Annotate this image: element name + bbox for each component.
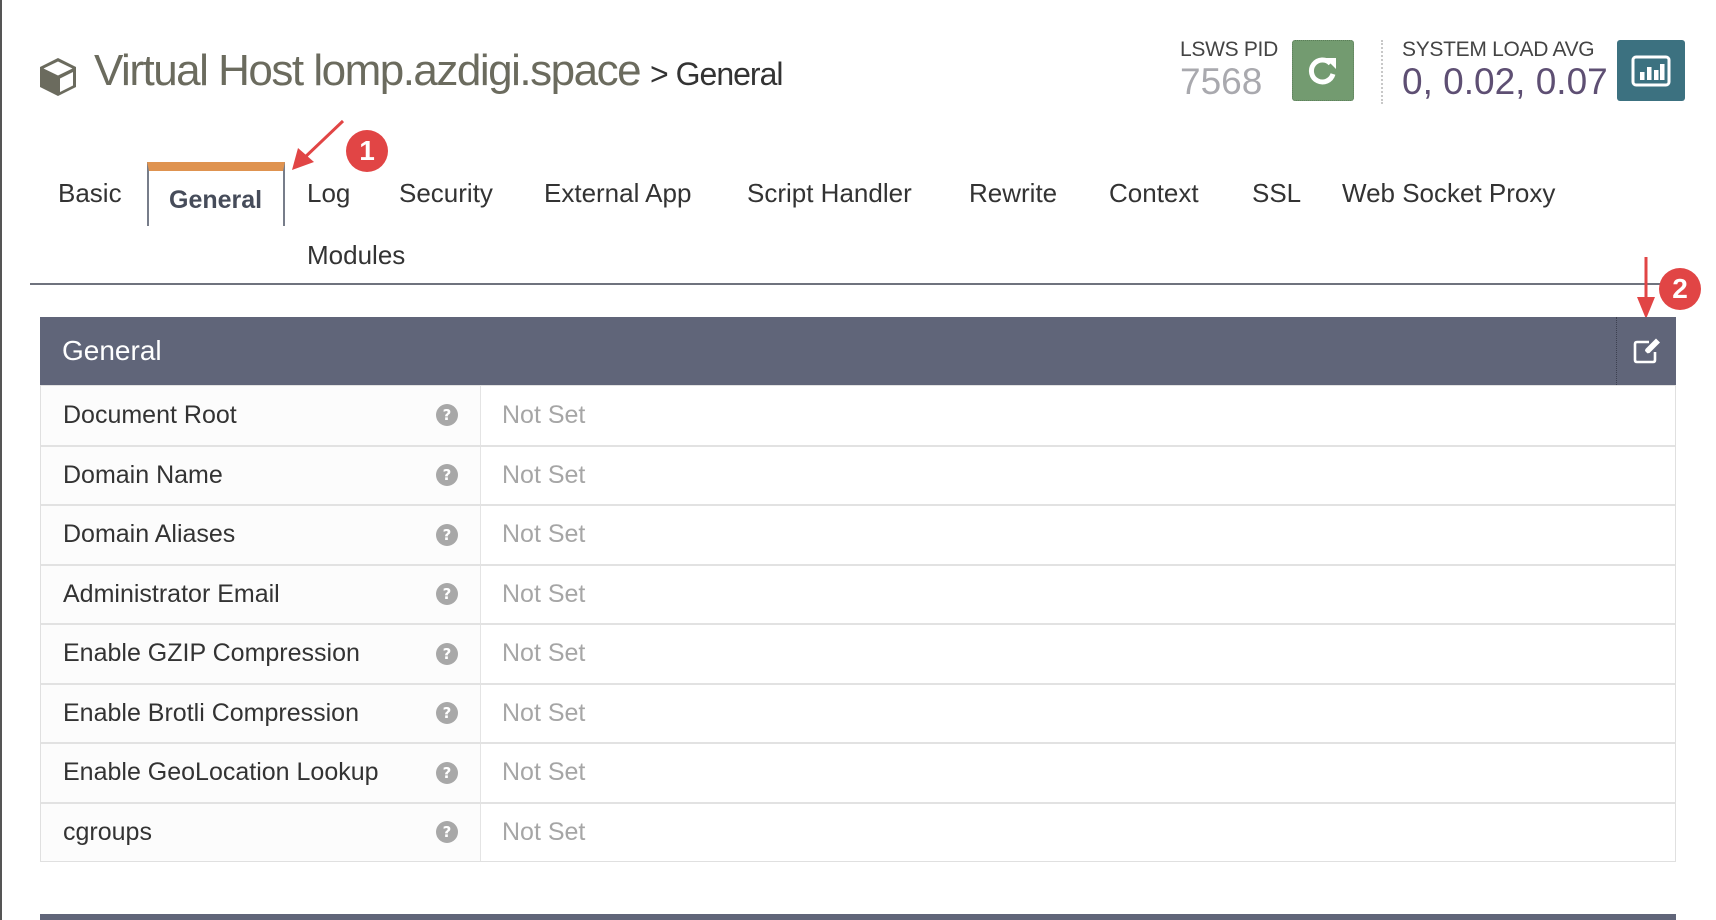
tab-script-handler[interactable]: Script Handler xyxy=(747,178,912,209)
help-icon[interactable]: ? xyxy=(436,821,458,844)
table-row: Document Root? Not Set xyxy=(41,385,1675,445)
row-value: Not Set xyxy=(502,758,586,787)
row-value: Not Set xyxy=(502,817,586,846)
row-value: Not Set xyxy=(502,579,586,608)
table-row: Domain Aliases? Not Set xyxy=(41,504,1675,564)
help-icon[interactable]: ? xyxy=(436,464,458,487)
row-value: Not Set xyxy=(502,698,586,727)
load-value: 0, 0.02, 0.07 xyxy=(1402,61,1608,102)
row-label-document-root: Document Root xyxy=(63,400,237,429)
load-label: SYSTEM LOAD AVG xyxy=(1402,38,1595,61)
edit-icon xyxy=(1633,338,1660,364)
panel-header: General xyxy=(40,317,1676,385)
table-row: Domain Name? Not Set xyxy=(41,444,1675,504)
tab-general[interactable]: General xyxy=(169,186,262,215)
table-row: Administrator Email? Not Set xyxy=(41,563,1675,623)
next-panel-header xyxy=(40,914,1676,920)
table-row: Enable GeoLocation Lookup? Not Set xyxy=(41,742,1675,802)
tab-context[interactable]: Context xyxy=(1109,178,1199,209)
cube-icon xyxy=(40,58,76,96)
table-row: Enable Brotli Compression? Not Set xyxy=(41,682,1675,742)
row-label-domain-name: Domain Name xyxy=(63,460,223,489)
general-panel: General Document Root? Not Set Domain Na… xyxy=(40,317,1676,862)
help-icon[interactable]: ? xyxy=(436,761,458,784)
tab-log[interactable]: Log xyxy=(307,178,350,209)
help-icon[interactable]: ? xyxy=(436,404,458,427)
help-icon[interactable]: ? xyxy=(436,523,458,546)
pid-value: 7568 xyxy=(1180,61,1263,102)
window-edge xyxy=(0,0,2,920)
row-label-administrator-email: Administrator Email xyxy=(63,579,280,608)
row-value: Not Set xyxy=(502,520,586,549)
tab-web-socket-proxy[interactable]: Web Socket Proxy xyxy=(1342,178,1555,209)
tab-external-app[interactable]: External App xyxy=(544,178,691,209)
title-main: Virtual Host lomp.azdigi.space xyxy=(94,46,642,95)
row-value: Not Set xyxy=(502,400,586,429)
tab-basic[interactable]: Basic xyxy=(58,178,122,209)
panel-title: General xyxy=(62,335,162,366)
annotation-arrow-2 xyxy=(1637,257,1655,319)
row-label-enable-geolocation: Enable GeoLocation Lookup xyxy=(63,758,379,787)
restart-button[interactable] xyxy=(1292,40,1354,101)
tabs-divider xyxy=(30,283,1660,285)
tab-rewrite[interactable]: Rewrite xyxy=(969,178,1057,209)
tab-security[interactable]: Security xyxy=(399,178,493,209)
bar-chart-icon xyxy=(1631,55,1671,86)
row-label-enable-gzip: Enable GZIP Compression xyxy=(63,639,360,668)
title-breadcrumb: > General xyxy=(650,56,783,92)
row-value: Not Set xyxy=(502,460,586,489)
lsws-pid-stat: LSWS PID 7568 xyxy=(1180,38,1278,103)
table-row: Enable GZIP Compression? Not Set xyxy=(41,623,1675,683)
help-icon[interactable]: ? xyxy=(436,583,458,606)
row-label-enable-brotli: Enable Brotli Compression xyxy=(63,698,359,727)
page-title: Virtual Host lomp.azdigi.space > General xyxy=(36,46,783,96)
help-icon[interactable]: ? xyxy=(436,702,458,725)
load-chart-button[interactable] xyxy=(1617,40,1685,101)
tab-ssl[interactable]: SSL xyxy=(1252,178,1301,209)
refresh-icon xyxy=(1308,57,1336,84)
annotation-arrow-1 xyxy=(292,119,345,170)
settings-table: Document Root? Not Set Domain Name? Not … xyxy=(40,385,1676,862)
row-value: Not Set xyxy=(502,639,586,668)
system-load-stat: SYSTEM LOAD AVG 0, 0.02, 0.07 xyxy=(1402,38,1608,103)
edit-button[interactable] xyxy=(1616,317,1676,385)
stats-separator xyxy=(1381,40,1383,104)
help-icon[interactable]: ? xyxy=(436,642,458,665)
pid-label: LSWS PID xyxy=(1180,38,1278,61)
annotation-badge-2: 2 xyxy=(1659,268,1701,310)
row-label-domain-aliases: Domain Aliases xyxy=(63,520,236,549)
tab-modules[interactable]: Modules xyxy=(307,240,405,271)
annotation-badge-1: 1 xyxy=(346,130,388,172)
row-label-cgroups: cgroups xyxy=(63,817,152,846)
table-row: cgroups? Not Set xyxy=(41,801,1675,861)
